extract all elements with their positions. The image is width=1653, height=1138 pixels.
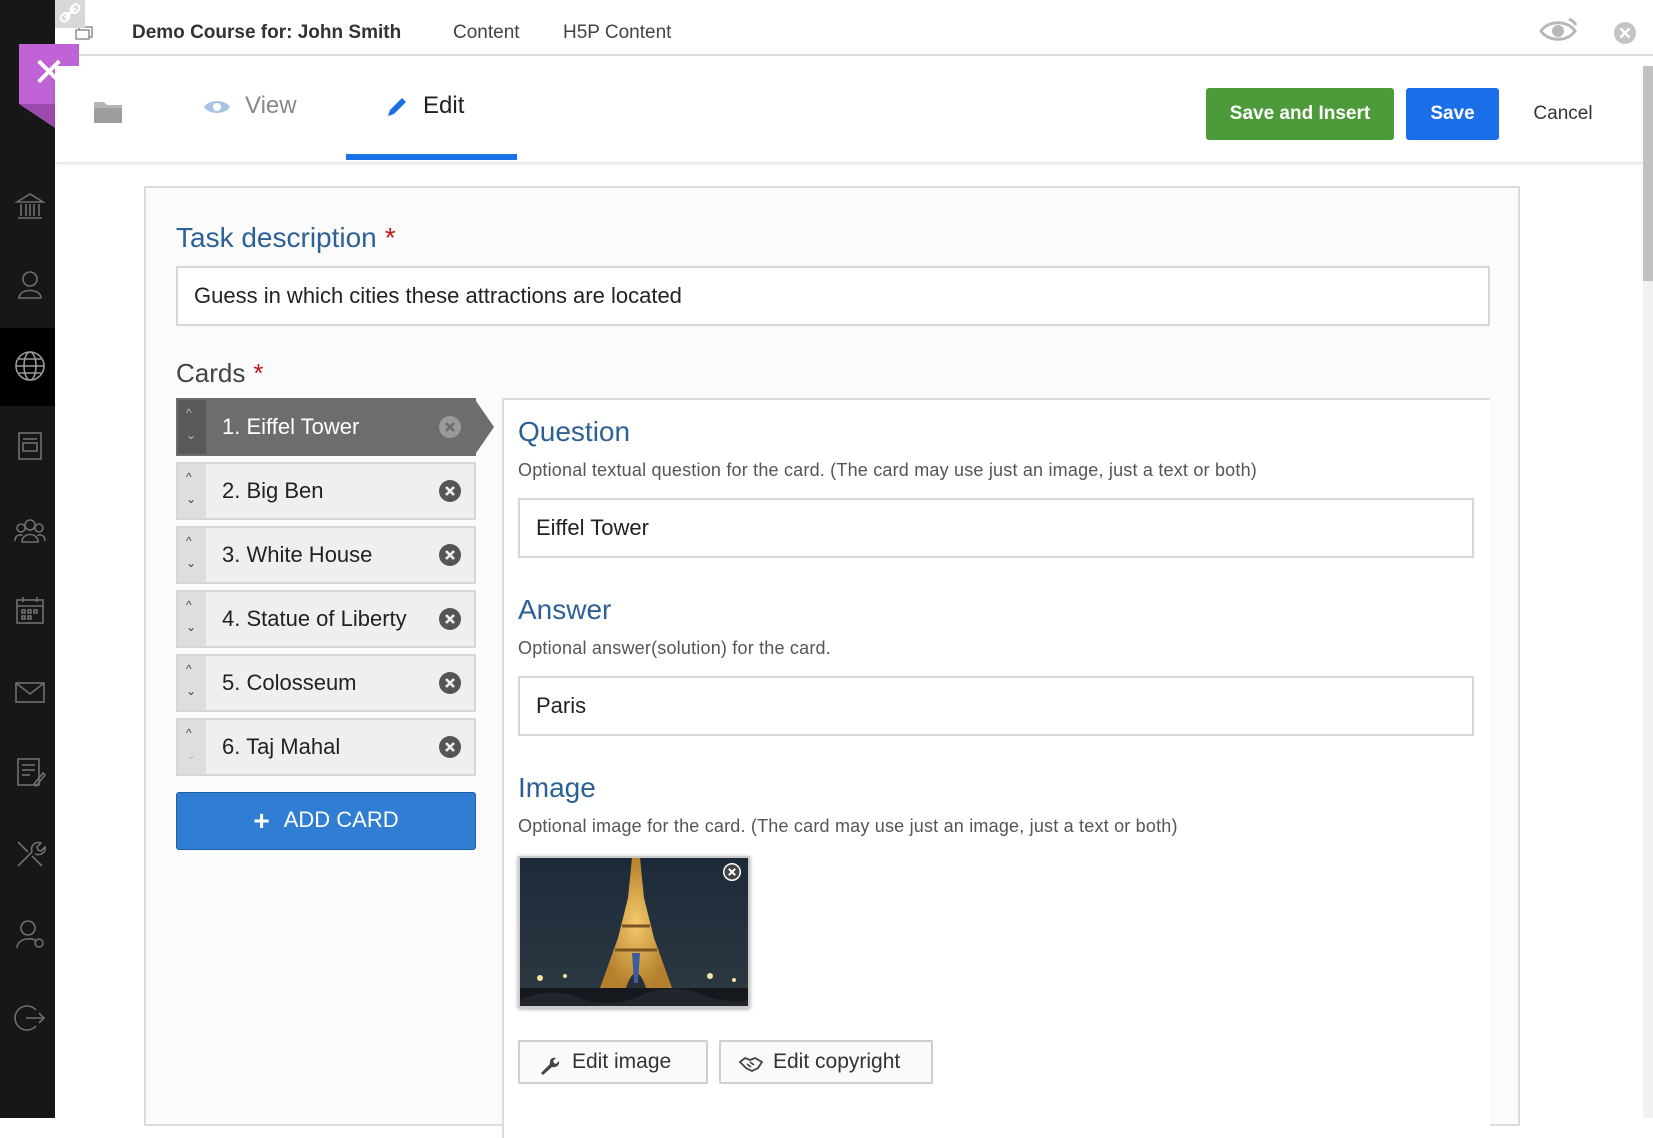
remove-card-icon[interactable] [438, 671, 462, 695]
top-navigation-bar: Demo Course for: John Smith Content H5P … [55, 0, 1653, 56]
user-settings-icon[interactable] [14, 918, 46, 950]
card-item-big-ben[interactable]: ^ ⌄ 2. Big Ben [176, 462, 476, 520]
tab-view[interactable]: View [203, 92, 297, 120]
answer-label: Answer [518, 594, 612, 625]
calendar-icon[interactable] [14, 594, 46, 626]
group-icon[interactable] [14, 514, 46, 546]
close-circle-icon[interactable] [1612, 20, 1638, 46]
cards-label: Cards * [176, 358, 264, 388]
card-item-statue-of-liberty[interactable]: ^ ⌄ 4. Statue of Liberty [176, 590, 476, 648]
mail-icon[interactable] [14, 676, 46, 708]
image-label: Image [518, 772, 596, 803]
left-sidebar [0, 0, 55, 1118]
eye-icon [204, 100, 230, 113]
add-card-button[interactable]: + ADD CARD [176, 792, 476, 850]
card-item-label: 1. Eiffel Tower [222, 414, 360, 439]
tab-edit[interactable]: Edit [385, 92, 464, 120]
edit-copyright-label: Edit copyright [773, 1050, 901, 1073]
card-item-label: 4. Statue of Liberty [222, 606, 407, 631]
card-item-label: 3. White House [222, 542, 373, 567]
nav-link-content[interactable]: Content [453, 22, 520, 44]
remove-card-icon[interactable] [438, 543, 462, 567]
add-card-label: ADD CARD [283, 807, 399, 832]
answer-description: Optional answer(solution) for the card. [518, 638, 831, 658]
eye-toggle-icon[interactable] [1538, 16, 1578, 46]
answer-input[interactable]: Paris [518, 676, 1474, 736]
editor-action-bar: View Edit Save and Insert Save Cancel [55, 66, 1643, 162]
card-item-label: 2. Big Ben [222, 478, 324, 503]
card-item-taj-mahal[interactable]: ^ ⌄ 6. Taj Mahal [176, 718, 476, 776]
window-icon[interactable] [75, 26, 93, 40]
remove-card-icon[interactable] [438, 607, 462, 631]
remove-card-icon[interactable] [438, 479, 462, 503]
card-detail-pane: Question Optional textual question for t… [502, 398, 1490, 1138]
remove-image-icon[interactable] [722, 862, 742, 882]
card-item-white-house[interactable]: ^ ⌄ 3. White House [176, 526, 476, 584]
edit-copyright-button[interactable]: Edit copyright [719, 1040, 933, 1084]
link-chain-icon[interactable] [55, 0, 85, 28]
course-title: Demo Course for: John Smith [132, 22, 402, 43]
tab-view-label: View [245, 92, 297, 119]
active-tab-underline [346, 154, 517, 160]
user-icon[interactable] [14, 268, 46, 300]
editor-panel: Task description * Guess in which cities … [144, 186, 1520, 1138]
card-move-handle[interactable]: ^ ⌄ [178, 720, 206, 774]
card-image-thumbnail[interactable] [518, 856, 750, 1008]
question-input[interactable]: Eiffel Tower [518, 498, 1474, 558]
remove-card-icon[interactable] [438, 415, 462, 439]
card-item-label: 6. Taj Mahal [222, 734, 341, 759]
plus-icon: + [253, 805, 270, 836]
card-item-colosseum[interactable]: ^ ⌄ 5. Colosseum [176, 654, 476, 712]
globe-icon[interactable] [14, 350, 46, 382]
tab-edit-label: Edit [423, 92, 465, 119]
task-description-label: Task description * [176, 222, 396, 253]
logout-icon[interactable] [14, 1002, 46, 1034]
card-item-label: 5. Colosseum [222, 670, 357, 695]
card-move-handle[interactable]: ^ ⌄ [178, 464, 206, 518]
handshake-icon [739, 1056, 763, 1073]
cancel-button[interactable]: Cancel [1513, 88, 1613, 140]
required-mark: * [384, 222, 396, 253]
edit-image-label: Edit image [572, 1050, 672, 1073]
wrench-icon [541, 1057, 560, 1075]
card-item-eiffel-tower[interactable]: ^ ⌄ 1. Eiffel Tower [176, 398, 494, 456]
pencil-icon [388, 97, 406, 116]
card-move-handle[interactable]: ^ ⌄ [178, 528, 206, 582]
save-button[interactable]: Save [1406, 88, 1499, 140]
card-move-handle[interactable]: ^ ⌄ [178, 400, 206, 454]
edit-image-button[interactable]: Edit image [518, 1040, 708, 1084]
close-button-tail [19, 104, 55, 128]
card-move-handle[interactable]: ^ ⌄ [178, 592, 206, 646]
tools-icon[interactable] [14, 838, 46, 870]
nav-link-h5p-content[interactable]: H5P Content [563, 22, 671, 44]
required-mark: * [253, 358, 264, 388]
save-and-insert-button[interactable]: Save and Insert [1206, 88, 1394, 140]
question-description: Optional textual question for the card. … [518, 460, 1257, 480]
card-move-handle[interactable]: ^ ⌄ [178, 656, 206, 710]
image-description: Optional image for the card. (The card m… [518, 816, 1178, 836]
book-icon[interactable] [14, 430, 46, 462]
notes-icon[interactable] [14, 756, 47, 788]
remove-card-icon[interactable] [438, 735, 462, 759]
active-card-arrow [474, 398, 494, 456]
question-label: Question [518, 416, 631, 447]
folder-icon[interactable] [93, 98, 123, 124]
institution-icon[interactable] [14, 190, 46, 222]
task-description-input[interactable]: Guess in which cities these attractions … [176, 266, 1490, 326]
page-scrollbar-thumb[interactable] [1643, 66, 1653, 281]
